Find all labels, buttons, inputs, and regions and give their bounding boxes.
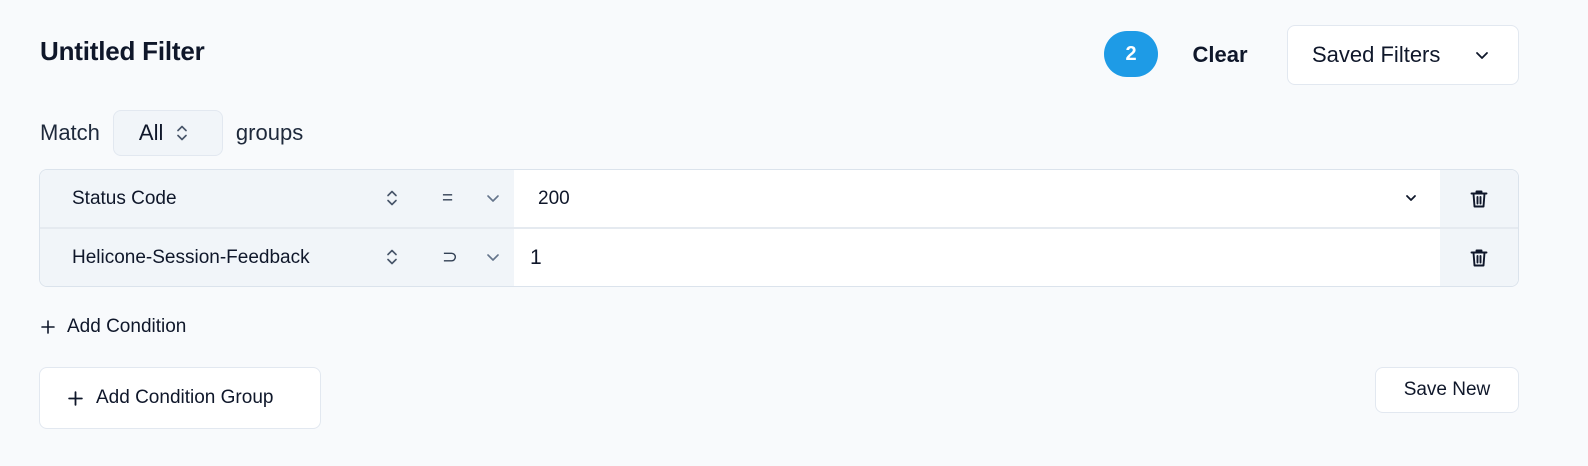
trash-icon: [1470, 190, 1488, 207]
filter-title: Untitled Filter: [40, 36, 205, 66]
condition-field-value: Helicone-Session-Feedback: [72, 246, 310, 268]
add-condition-label: Add Condition: [67, 316, 187, 337]
add-condition-button[interactable]: Add Condition: [40, 312, 186, 342]
plus-icon: [68, 390, 83, 406]
saved-filters-label: Saved Filters: [1312, 42, 1441, 67]
chevron-up-down-icon: [177, 125, 188, 141]
groups-label: groups: [235, 120, 304, 145]
filter-panel: Untitled Filter 2 Clear Saved Filters Ma…: [0, 0, 1588, 466]
condition-row: Helicone-Session-Feedback ⊃: [40, 229, 1518, 286]
chevron-down-icon: [1406, 195, 1416, 201]
condition-field-value: Status Code: [72, 187, 177, 209]
condition-operator-value: ⊃: [442, 247, 458, 268]
chevron-down-icon: [1476, 52, 1488, 59]
saved-filters-dropdown[interactable]: Saved Filters: [1287, 25, 1519, 85]
chevron-down-icon: [487, 254, 499, 261]
add-condition-group-label: Add Condition Group: [96, 387, 274, 408]
delete-condition-button[interactable]: [1440, 170, 1518, 227]
add-condition-group-button[interactable]: Add Condition Group: [39, 367, 321, 429]
chevron-up-down-icon: [387, 190, 397, 206]
match-row: Match All groups: [40, 110, 303, 156]
condition-operator-value: =: [442, 187, 454, 209]
condition-field-select[interactable]: Helicone-Session-Feedback: [40, 229, 435, 286]
condition-row: Status Code = 200: [40, 170, 1518, 227]
condition-field-select[interactable]: Status Code: [40, 170, 435, 227]
match-mode-value: All: [138, 120, 164, 145]
condition-value: 200: [538, 187, 570, 209]
match-label: Match: [40, 120, 100, 145]
trash-icon: [1470, 249, 1488, 266]
chevron-down-icon: [487, 195, 499, 202]
save-new-button[interactable]: Save New: [1375, 367, 1519, 413]
condition-operator-select[interactable]: =: [435, 170, 514, 227]
delete-condition-button[interactable]: [1440, 229, 1518, 286]
chevron-up-down-icon: [387, 249, 397, 265]
active-filter-count-badge: 2: [1104, 31, 1158, 77]
clear-button[interactable]: Clear: [1182, 34, 1258, 76]
condition-operator-select[interactable]: ⊃: [435, 229, 514, 286]
match-mode-select[interactable]: All: [112, 110, 223, 156]
condition-value-select[interactable]: 200: [514, 170, 1440, 227]
plus-icon: [41, 320, 55, 334]
condition-value-input[interactable]: [514, 229, 1440, 286]
condition-group: Status Code = 200 Helicone-Session-Feedb…: [39, 169, 1519, 287]
